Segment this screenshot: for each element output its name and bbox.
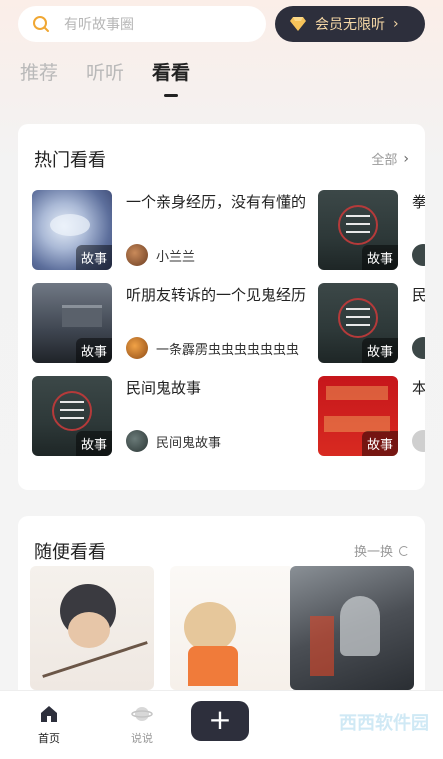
- monkey-illustration: [184, 602, 236, 652]
- hot-header: 热门看看 全部 ›: [34, 146, 409, 171]
- chevron-right-icon: ›: [403, 150, 409, 167]
- tab-watch[interactable]: 看看: [152, 58, 190, 97]
- tab-listen[interactable]: 听听: [86, 58, 124, 85]
- robe-graphic: [188, 646, 238, 686]
- nav-home[interactable]: 首页: [19, 705, 79, 746]
- hot-card: 热门看看 全部 › 故事 一个亲身经历，没有有懂的 小兰兰 故事 听朋友转诉的一…: [18, 124, 425, 490]
- story-title: 拳: [412, 193, 425, 211]
- story-title: 民间鬼故事: [126, 379, 202, 397]
- story-thumbnail: 故事: [32, 190, 112, 270]
- home-icon: [41, 706, 57, 722]
- story-author: 小兰兰: [126, 244, 195, 266]
- story-title: 一个亲身经历，没有有懂的: [126, 193, 307, 211]
- watermark: 西西软件园: [339, 713, 429, 734]
- story-item[interactable]: 故事 民间鬼故事 民间鬼故事: [32, 376, 312, 456]
- avatar: [126, 430, 148, 452]
- random-title: 随便看看: [34, 542, 106, 563]
- avatar: [126, 337, 148, 359]
- story-tag: 故事: [75, 245, 112, 270]
- avatar: [412, 430, 425, 452]
- author-name: 一条霹雳虫虫虫虫虫虫虫: [156, 342, 300, 358]
- story-tag: 故事: [75, 338, 112, 363]
- gem-icon: [290, 17, 306, 31]
- vip-label: 会员无限听: [315, 17, 385, 33]
- nav-home-label: 首页: [38, 732, 60, 745]
- spark-graphic: [310, 616, 334, 676]
- story-item[interactable]: 故事 一个亲身经历，没有有懂的 小兰兰: [32, 190, 312, 270]
- top-tabs: 推荐 听听 看看: [20, 58, 218, 97]
- refresh-label: 换一换: [353, 545, 393, 560]
- avatar: [412, 337, 425, 359]
- seal-graphic: [338, 298, 378, 339]
- story-title: 本: [412, 379, 425, 397]
- avatar: [126, 244, 148, 266]
- hot-title: 热门看看: [34, 150, 106, 171]
- planet-icon: [131, 707, 153, 721]
- nav-talk-label: 说说: [131, 732, 153, 745]
- story-author: 一条霹雳虫虫虫虫虫虫虫: [126, 337, 299, 359]
- avatar: [412, 244, 425, 266]
- story-title: 民: [412, 286, 425, 304]
- story-thumbnail: 故事: [318, 283, 398, 363]
- random-header: 随便看看 换一换: [34, 538, 409, 563]
- story-tag: 故事: [361, 245, 398, 270]
- figure-graphic: [340, 596, 380, 656]
- all-link[interactable]: 全部 ›: [371, 149, 409, 169]
- top-bar: 有听故事圈 会员无限听 ›: [18, 6, 425, 42]
- author-name: 民间鬼故事: [156, 435, 222, 451]
- story-thumbnail: 故事: [318, 376, 398, 456]
- story-tag: 故事: [361, 338, 398, 363]
- monkey-face: [68, 612, 110, 648]
- nav-talk[interactable]: 说说: [112, 705, 172, 746]
- refresh-icon: [399, 545, 409, 556]
- author-name: 小兰兰: [156, 249, 196, 265]
- bottom-nav: 首页 说说 + 西西软件园: [0, 690, 443, 759]
- story-item[interactable]: 故事 拳: [318, 190, 425, 270]
- story-item[interactable]: 故事 民: [318, 283, 425, 363]
- vip-button[interactable]: 会员无限听 ›: [275, 6, 425, 42]
- story-thumbnail: 故事: [32, 283, 112, 363]
- search-icon: [33, 16, 49, 32]
- seal-graphic: [52, 391, 92, 432]
- refresh-button[interactable]: 换一换: [354, 541, 409, 560]
- story-author: 民间鬼故事: [126, 430, 221, 452]
- story-item[interactable]: 故事 本: [318, 376, 425, 456]
- story-tag: 故事: [361, 431, 398, 456]
- story-item[interactable]: 故事 听朋友转诉的一个见鬼经历 一条霹雳虫虫虫虫虫虫虫: [32, 283, 312, 363]
- story-tag: 故事: [75, 431, 112, 456]
- search-bar[interactable]: 有听故事圈: [18, 6, 266, 42]
- tab-recommend[interactable]: 推荐: [20, 58, 58, 85]
- add-button[interactable]: +: [191, 701, 249, 741]
- story-title: 听朋友转诉的一个见鬼经历: [126, 286, 307, 304]
- story-thumbnail: 故事: [318, 190, 398, 270]
- artwork-card[interactable]: [170, 566, 294, 690]
- artwork-card[interactable]: [290, 566, 414, 690]
- random-card: 随便看看 换一换: [18, 516, 425, 716]
- artwork-card[interactable]: [30, 566, 154, 690]
- seal-graphic: [338, 205, 378, 246]
- all-label: 全部: [371, 153, 398, 168]
- chevron-right-icon: ›: [393, 16, 399, 32]
- story-thumbnail: 故事: [32, 376, 112, 456]
- search-placeholder: 有听故事圈: [64, 17, 134, 33]
